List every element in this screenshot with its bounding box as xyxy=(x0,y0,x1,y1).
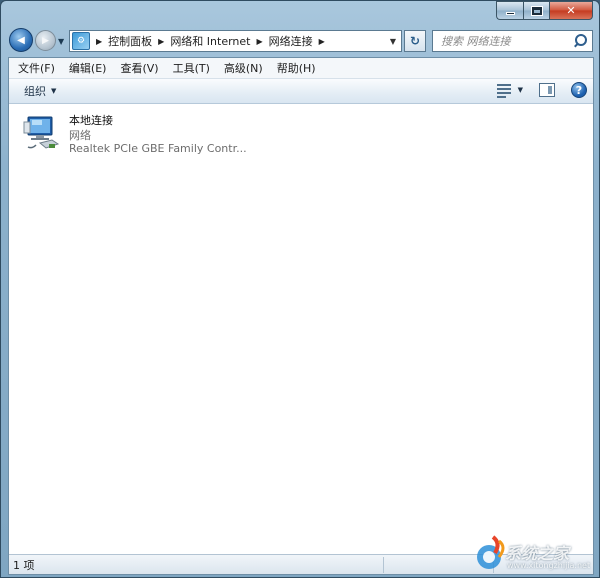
client-area: 文件(F) 编辑(E) 查看(V) 工具(T) 高级(N) 帮助(H) 组织 ▼… xyxy=(8,57,594,575)
recent-pages-dropdown[interactable]: ▼ xyxy=(58,37,64,46)
address-bar[interactable]: ⚙ ▶ 控制面板 ▶ 网络和 Internet ▶ 网络连接 ▶ ▼ xyxy=(69,30,402,52)
minimize-button[interactable] xyxy=(496,1,523,20)
chevron-right-icon[interactable]: ▶ xyxy=(319,37,325,46)
menu-view[interactable]: 查看(V) xyxy=(113,60,165,76)
caption-buttons: ✕ xyxy=(496,1,593,20)
forward-arrow-icon: ▶ xyxy=(42,35,49,46)
organize-label: 组织 xyxy=(24,85,46,98)
explorer-window: ✕ ◀ ▶ ▼ ⚙ ▶ 控制面板 ▶ 网络和 Internet ▶ 网络连接 ▶… xyxy=(0,0,600,578)
back-arrow-icon: ◀ xyxy=(17,34,25,46)
close-button[interactable]: ✕ xyxy=(549,1,593,20)
menu-edit[interactable]: 编辑(E) xyxy=(62,60,114,76)
command-bar: 组织 ▼ ▼ ? xyxy=(9,79,593,104)
control-panel-icon: ⚙ xyxy=(72,32,90,50)
breadcrumb-network-connections[interactable]: 网络连接 xyxy=(269,33,313,49)
maximize-icon xyxy=(530,5,543,16)
list-item-local-connection[interactable]: 本地连接 网络 Realtek PCIe GBE Family Contr... xyxy=(22,110,262,156)
close-icon: ✕ xyxy=(566,4,576,17)
connection-device: Realtek PCIe GBE Family Contr... xyxy=(69,142,247,155)
breadcrumb-network-internet[interactable]: 网络和 Internet xyxy=(170,33,250,49)
network-adapter-icon xyxy=(23,116,60,149)
preview-pane-icon[interactable] xyxy=(539,83,555,97)
search-input[interactable]: 搜索 网络连接 xyxy=(432,30,593,52)
connection-name: 本地连接 xyxy=(69,114,113,127)
address-dropdown-icon[interactable]: ▼ xyxy=(385,31,401,51)
forward-button[interactable]: ▶ xyxy=(35,30,56,51)
status-bar: 1 项 xyxy=(9,554,593,574)
view-options-dropdown[interactable]: ▼ xyxy=(518,86,523,94)
connection-status: 网络 xyxy=(69,129,91,142)
organize-button[interactable]: 组织 ▼ xyxy=(24,83,56,99)
menu-help[interactable]: 帮助(H) xyxy=(270,60,323,76)
chevron-right-icon[interactable]: ▶ xyxy=(257,37,263,46)
status-divider xyxy=(493,557,494,573)
menubar: 文件(F) 编辑(E) 查看(V) 工具(T) 高级(N) 帮助(H) xyxy=(9,58,593,79)
menu-tools[interactable]: 工具(T) xyxy=(166,60,217,76)
chevron-right-icon[interactable]: ▶ xyxy=(96,37,102,46)
minimize-icon xyxy=(505,12,515,15)
menu-file[interactable]: 文件(F) xyxy=(11,60,62,76)
navigation-row: ◀ ▶ ▼ ⚙ ▶ 控制面板 ▶ 网络和 Internet ▶ 网络连接 ▶ ▼… xyxy=(1,25,600,57)
toolbar-right: ▼ ? xyxy=(496,82,587,98)
refresh-icon: ↻ xyxy=(409,34,421,48)
chevron-right-icon[interactable]: ▶ xyxy=(158,37,164,46)
search-placeholder: 搜索 网络连接 xyxy=(441,35,511,48)
menu-advanced[interactable]: 高级(N) xyxy=(217,60,270,76)
chevron-down-icon: ▼ xyxy=(51,87,57,95)
help-icon[interactable]: ? xyxy=(571,82,587,98)
refresh-button[interactable]: ↻ xyxy=(404,30,426,52)
back-button[interactable]: ◀ xyxy=(9,28,33,52)
maximize-button[interactable] xyxy=(523,1,549,20)
breadcrumb-control-panel[interactable]: 控制面板 xyxy=(108,33,152,49)
status-divider xyxy=(383,557,384,573)
file-list: 本地连接 网络 Realtek PCIe GBE Family Contr... xyxy=(9,104,593,550)
item-count: 1 项 xyxy=(13,558,35,572)
search-icon[interactable] xyxy=(572,33,588,49)
change-view-icon[interactable] xyxy=(496,82,514,98)
